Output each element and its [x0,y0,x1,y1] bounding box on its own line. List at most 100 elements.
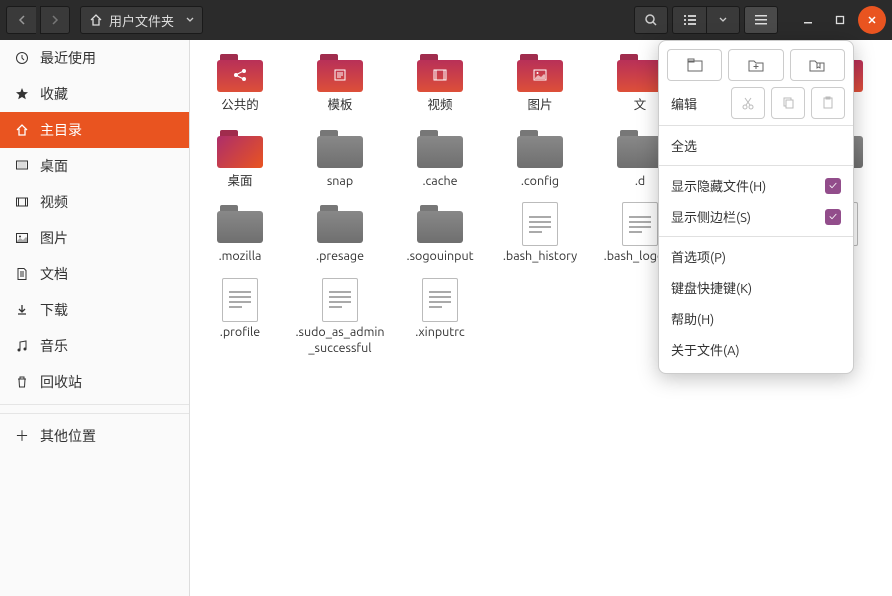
file-label: .profile [220,325,260,341]
file-item[interactable]: .presage [290,199,390,275]
sidebar-item-label: 其他位置 [40,426,96,446]
sidebar-item-star[interactable]: 收藏 [0,76,189,112]
sidebar-item-other[interactable]: ＋ 其他位置 [0,418,189,454]
sidebar-item-video[interactable]: 视频 [0,184,189,220]
folder-icon [317,205,363,243]
hamburger-menu-button[interactable] [744,6,778,34]
shortcuts-item[interactable]: 键盘快捷键(K) [667,272,845,303]
file-item[interactable]: 模板 [290,48,390,124]
folder-icon [617,130,663,168]
star-icon [14,86,30,102]
file-item[interactable]: 桌面 [190,124,290,200]
file-item[interactable]: .profile [190,275,290,366]
select-all-item[interactable]: 全选 [667,130,845,161]
video-icon [14,194,30,210]
file-item[interactable]: .sudo_as_admin_successful [290,275,390,366]
file-label: 视频 [427,98,452,114]
home-icon [89,13,103,27]
music-icon [14,338,30,354]
sidebar-separator [0,413,189,414]
show-hidden-item[interactable]: 显示隐藏文件(H) ✓ [667,170,845,201]
file-label: snap [327,174,353,190]
file-label: 模板 [327,98,352,114]
sidebar-item-label: 桌面 [40,156,68,176]
file-item[interactable]: snap [290,124,390,200]
desktop-icon [14,158,30,174]
file-label: .mozilla [219,249,262,265]
file-item[interactable]: 视频 [390,48,490,124]
sidebar: 最近使用收藏主目录桌面视频图片文档下载音乐回收站 ＋ 其他位置 [0,40,190,596]
folder-icon [217,205,263,243]
show-sidebar-item[interactable]: 显示侧边栏(S) ✓ [667,201,845,232]
file-label: .config [521,174,559,190]
sidebar-item-home[interactable]: 主目录 [0,112,189,148]
file-item[interactable]: .sogouinput [390,199,490,275]
maximize-button[interactable] [826,6,854,34]
folder-icon [217,54,263,92]
file-label: .sudo_as_admin_successful [293,325,387,356]
file-label: .presage [316,249,364,265]
folder-icon [217,130,263,168]
sidebar-item-download[interactable]: 下载 [0,292,189,328]
sidebar-item-label: 图片 [40,228,68,248]
file-label: .sogouinput [407,249,474,265]
back-button[interactable] [6,6,36,34]
checkbox-checked-icon: ✓ [825,209,841,225]
file-item[interactable]: 图片 [490,48,590,124]
close-button[interactable] [858,6,886,34]
folder-icon [417,54,463,92]
file-label: 公共的 [221,98,259,114]
copy-button[interactable] [771,87,805,119]
file-item[interactable]: .bash_history [490,199,590,275]
file-icon [422,278,458,322]
paste-button[interactable] [811,87,845,119]
image-icon [14,230,30,246]
search-button[interactable] [634,6,668,34]
sidebar-item-label: 主目录 [40,120,82,140]
file-item[interactable]: .config [490,124,590,200]
path-label: 用户文件夹 [109,11,174,30]
file-label: .bash_history [503,249,577,265]
sidebar-item-document[interactable]: 文档 [0,256,189,292]
sidebar-item-desktop[interactable]: 桌面 [0,148,189,184]
sidebar-item-label: 回收站 [40,372,82,392]
about-item[interactable]: 关于文件(A) [667,334,845,365]
folder-icon [617,54,663,92]
new-tab-button[interactable] [667,49,722,81]
sidebar-item-label: 最近使用 [40,48,96,68]
file-item[interactable]: .mozilla [190,199,290,275]
sidebar-item-trash[interactable]: 回收站 [0,364,189,400]
sidebar-item-label: 视频 [40,192,68,212]
clock-icon [14,50,30,66]
help-item[interactable]: 帮助(H) [667,303,845,334]
sidebar-item-image[interactable]: 图片 [0,220,189,256]
chevron-down-icon [186,17,194,23]
sidebar-item-label: 下载 [40,300,68,320]
path-bar[interactable]: 用户文件夹 [80,6,203,34]
view-list-button[interactable] [672,6,706,34]
cut-button[interactable] [731,87,765,119]
trash-icon [14,374,30,390]
folder-icon [317,54,363,92]
download-icon [14,302,30,318]
home-icon [14,122,30,138]
plus-icon: ＋ [14,428,30,444]
view-dropdown-button[interactable] [706,6,740,34]
file-item[interactable]: .xinputrc [390,275,490,366]
folder-icon [517,130,563,168]
minimize-button[interactable] [794,6,822,34]
file-icon [222,278,258,322]
bookmark-button[interactable] [790,49,845,81]
folder-icon [517,54,563,92]
file-item[interactable]: .cache [390,124,490,200]
folder-icon [417,130,463,168]
sidebar-item-music[interactable]: 音乐 [0,328,189,364]
file-item[interactable]: 公共的 [190,48,290,124]
sidebar-item-clock[interactable]: 最近使用 [0,40,189,76]
sidebar-item-label: 收藏 [40,84,68,104]
preferences-item[interactable]: 首选项(P) [667,241,845,272]
file-label: 文 [634,98,647,114]
file-label: .cache [422,174,457,190]
forward-button[interactable] [40,6,70,34]
new-folder-button[interactable] [728,49,783,81]
